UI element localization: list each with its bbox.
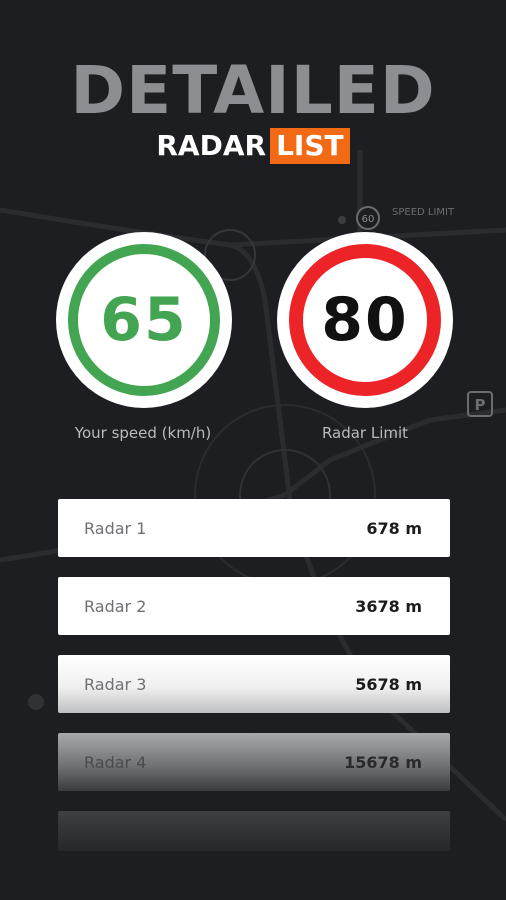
radar-limit-gauge: 80 — [277, 232, 453, 408]
map-speed-limit-value: 60 — [362, 214, 375, 225]
radar-limit-value: 80 — [321, 285, 409, 355]
radar-list-item[interactable]: Radar 2 3678 m — [58, 577, 450, 635]
map-speed-limit-text: SPEED LIMIT — [392, 207, 455, 218]
radar-distance: 15678 m — [344, 752, 422, 772]
page-title: DETAILED — [70, 52, 436, 129]
radar-name: Radar 4 — [84, 752, 147, 772]
radar-list-item[interactable]: Radar 1 678 m — [58, 499, 450, 557]
radar-name: Radar 3 — [84, 674, 147, 694]
speed-gauge-ring: 65 — [68, 244, 220, 396]
speed-gauge: 65 — [56, 232, 232, 408]
subtitle-radar: RADAR — [156, 129, 267, 162]
radar-list: Radar 1 678 m Radar 2 3678 m Radar 3 567… — [58, 499, 450, 851]
radar-limit-gauge-ring: 80 — [289, 244, 441, 396]
parking-label: P — [475, 396, 486, 414]
radar-name: Radar 1 — [84, 518, 147, 538]
radar-limit-label: Radar Limit — [321, 424, 409, 442]
speed-limit-sign-icon: 60 — [356, 206, 380, 230]
radar-list-item[interactable]: Radar 4 15678 m — [58, 733, 450, 791]
speed-label: Your speed (km/h) — [74, 424, 212, 442]
radar-list-item[interactable]: Radar 3 5678 m — [58, 655, 450, 713]
radar-list-item-faded — [58, 811, 450, 851]
speed-value: 65 — [100, 285, 188, 355]
radar-distance: 3678 m — [355, 596, 422, 616]
radar-distance: 678 m — [366, 518, 422, 538]
subtitle-list-badge: LIST — [270, 128, 350, 164]
page-subtitle: RADAR LIST — [0, 128, 506, 164]
radar-distance: 5678 m — [355, 674, 422, 694]
radar-name: Radar 2 — [84, 596, 147, 616]
